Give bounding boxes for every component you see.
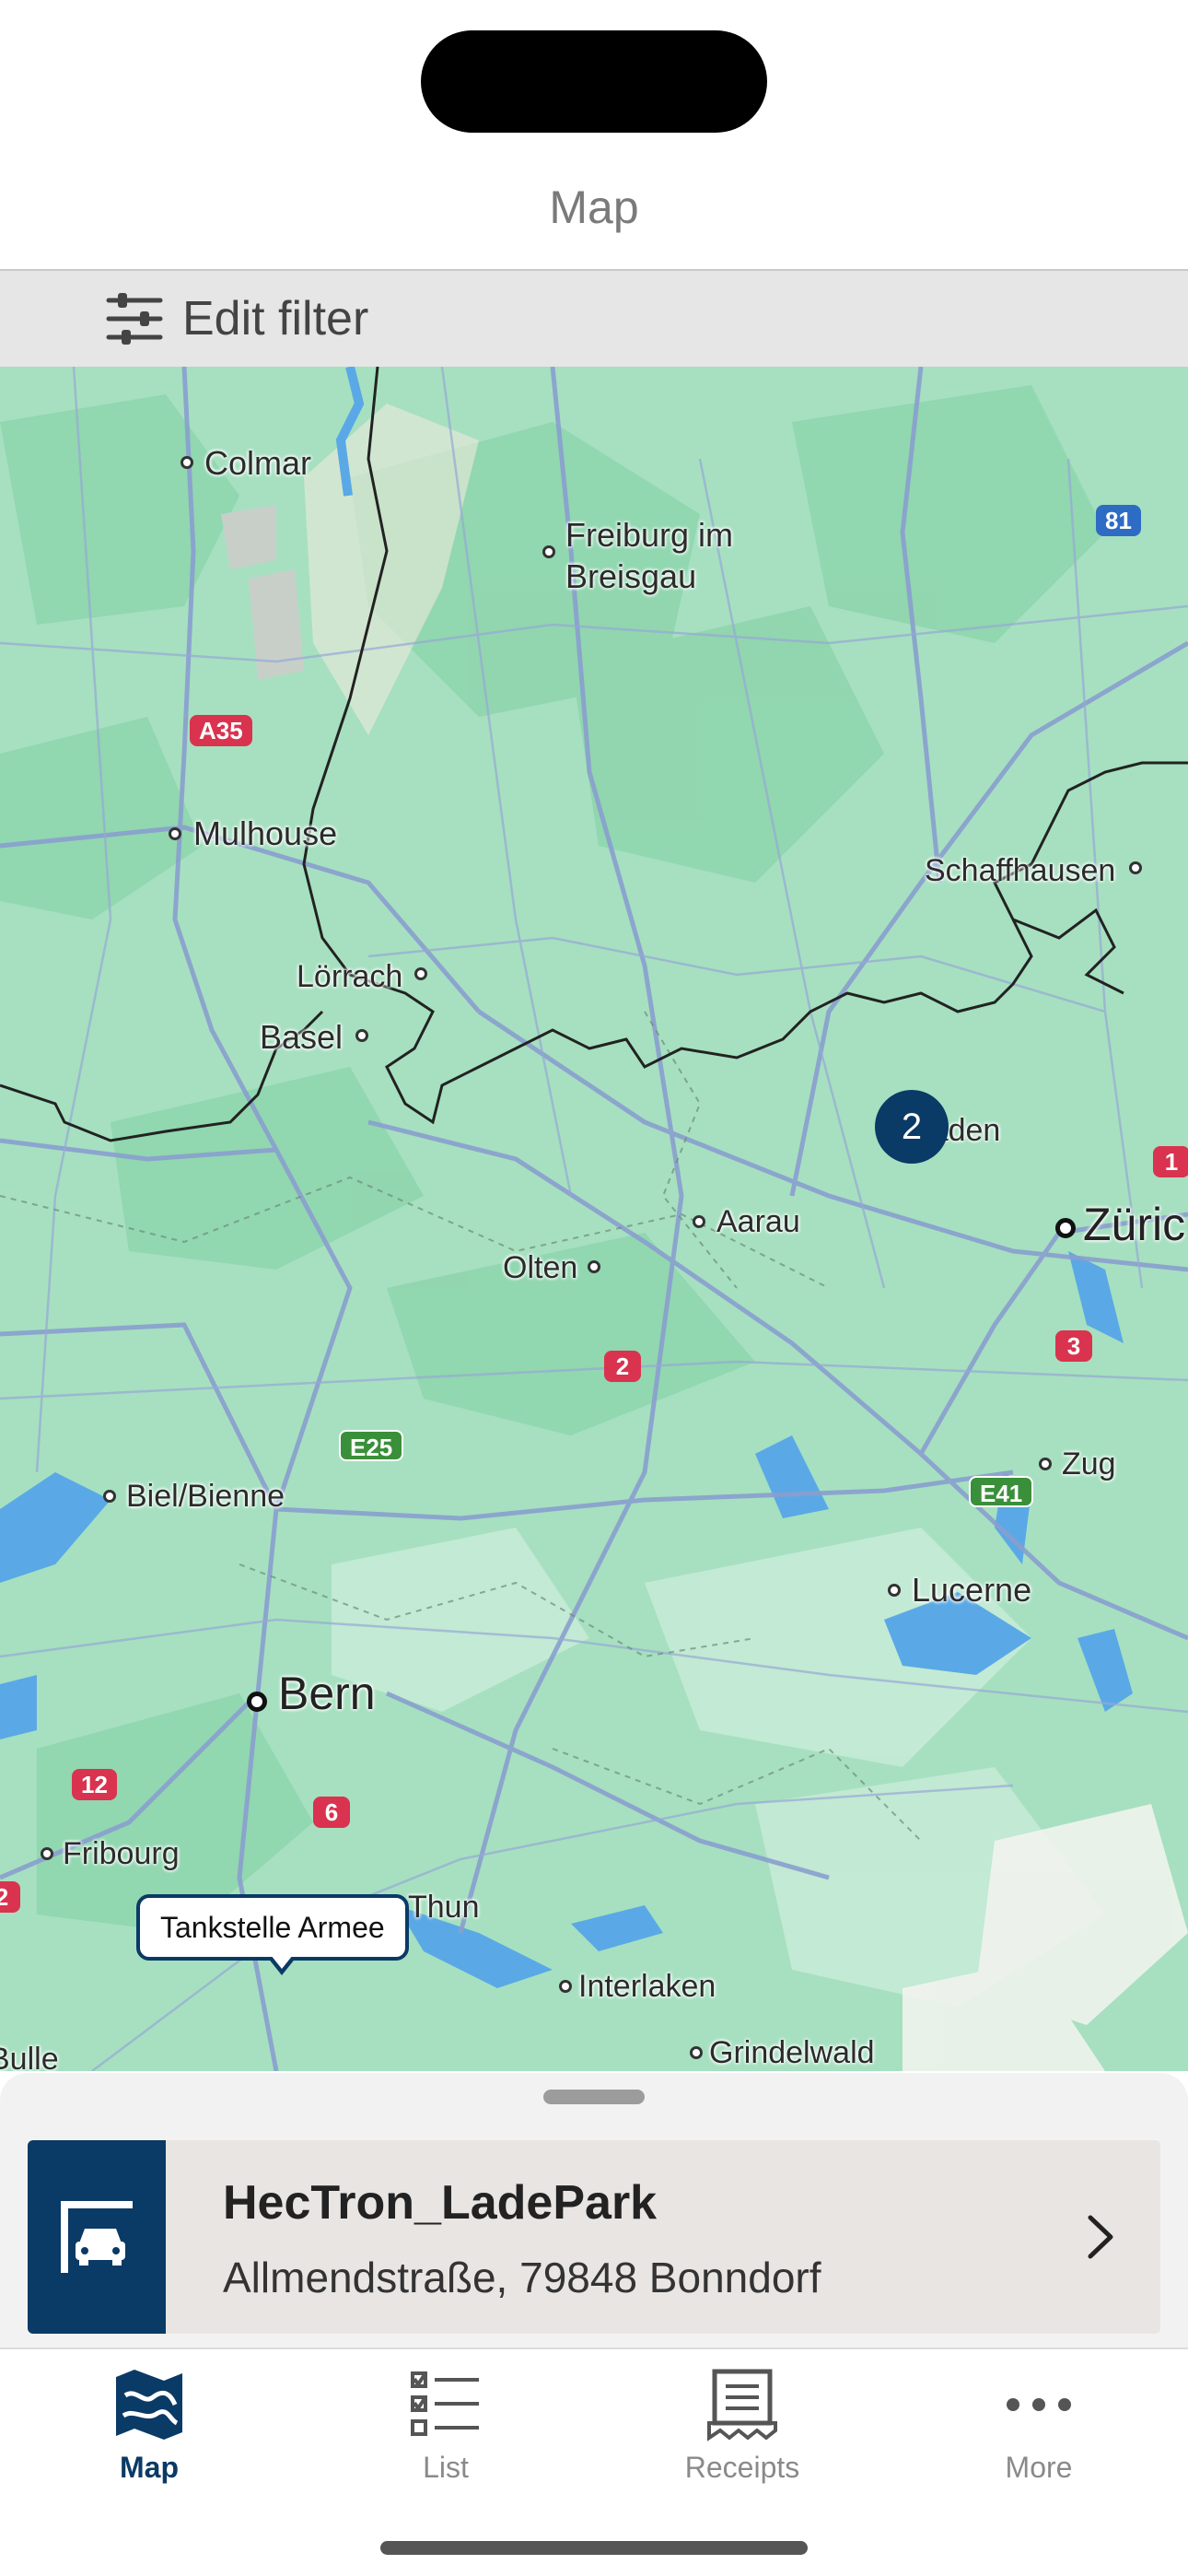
map-icon: [116, 2370, 182, 2440]
checklist-icon: [411, 2371, 479, 2436]
road-shield-e25: E25: [339, 1430, 404, 1461]
tab-more[interactable]: More: [947, 2368, 1131, 2497]
lucerne-marker: [888, 1584, 901, 1597]
schaffhausen-marker: [1129, 861, 1142, 874]
edit-filter-button[interactable]: Edit filter: [0, 271, 1188, 367]
road-shield-a35: A35: [190, 715, 252, 746]
tab-map-label: Map: [120, 2451, 179, 2484]
basel-marker: [355, 1029, 368, 1042]
home-indicator: [380, 2541, 808, 2555]
page-title: Map: [549, 181, 639, 233]
station-name: HecTron_LadePark: [223, 2176, 658, 2230]
dynamic-island: [421, 30, 767, 133]
interlaken-marker: [559, 1980, 572, 1993]
grindelwald-label: Grindelwald: [709, 2035, 875, 2070]
sheet-grabber[interactable]: [543, 2090, 645, 2104]
bern-marker: [247, 1692, 267, 1712]
zug-marker: [1039, 1458, 1052, 1470]
fribourg-label: Fribourg: [63, 1836, 180, 1871]
interlaken-label: Interlaken: [578, 1969, 716, 2004]
biel-marker: [103, 1490, 116, 1503]
colmar-marker: [181, 456, 193, 469]
map-view[interactable]: Colmar Freiburg im Breisgau Mulhouse Sch…: [0, 367, 1188, 2071]
road-shield-edge-2: 2: [0, 1881, 20, 1913]
more-dots-icon: [1007, 2398, 1071, 2411]
mulhouse-marker: [169, 827, 181, 840]
road-shield-1: 1: [1153, 1146, 1188, 1177]
basel-label: Basel: [260, 1018, 344, 1056]
tab-receipts-label: Receipts: [684, 2451, 800, 2484]
road-shield-81: 81: [1096, 505, 1141, 536]
station-cluster-marker[interactable]: 2: [875, 1090, 949, 1164]
grindelwald-marker: [690, 2046, 703, 2059]
road-shield-3: 3: [1055, 1330, 1092, 1362]
map-terrain: [0, 367, 1188, 2071]
freiburg-label-line2: Breisgau: [565, 557, 697, 595]
fribourg-marker: [41, 1847, 53, 1860]
charging-station-icon: [28, 2140, 166, 2334]
biel-label: Biel/Bienne: [126, 1479, 285, 1514]
loerrach-marker: [414, 967, 427, 980]
station-callout[interactable]: Tankstelle Armee: [136, 1894, 409, 1961]
loerrach-label: Lörrach: [297, 959, 403, 994]
tab-receipts[interactable]: Receipts: [650, 2368, 834, 2497]
screen: Map Edit filter Colmar Freiburg im Breis…: [0, 0, 1188, 2576]
road-shield-6: 6: [313, 1797, 350, 1828]
thun-label: Thun: [408, 1890, 480, 1925]
mulhouse-label: Mulhouse: [193, 814, 338, 852]
road-shield-e41: E41: [969, 1476, 1034, 1507]
station-bottom-sheet[interactable]: HecTron_LadePark Allmendstraße, 79848 Bo…: [0, 2073, 1188, 2349]
zurich-label: Züric: [1083, 1199, 1186, 1250]
olten-marker: [588, 1260, 600, 1273]
edit-filter-label: Edit filter: [182, 292, 369, 345]
receipt-icon: [707, 2369, 777, 2441]
station-address: Allmendstraße, 79848 Bonndorf: [223, 2254, 821, 2301]
road-shield-12: 12: [72, 1769, 117, 1800]
bulle-label: Bulle: [0, 2042, 59, 2071]
freiburg-marker: [542, 545, 555, 558]
sliders-icon: [106, 293, 163, 345]
tab-more-label: More: [1005, 2451, 1073, 2484]
tab-list[interactable]: List: [354, 2368, 538, 2497]
bern-label: Bern: [278, 1668, 376, 1719]
station-card[interactable]: HecTron_LadePark Allmendstraße, 79848 Bo…: [28, 2140, 1160, 2334]
callout-tail-inner: [271, 1955, 293, 1969]
colmar-label: Colmar: [204, 444, 312, 482]
freiburg-label-line1: Freiburg im: [565, 516, 734, 554]
chevron-right-icon: [1088, 2215, 1113, 2259]
zurich-marker: [1055, 1218, 1076, 1238]
tab-list-label: List: [423, 2451, 469, 2484]
olten-label: Olten: [503, 1250, 578, 1285]
aarau-label: Aarau: [716, 1204, 800, 1239]
schaffhausen-label: Schaffhausen: [925, 853, 1116, 888]
road-shield-2: 2: [604, 1351, 641, 1382]
tab-map[interactable]: Map: [57, 2368, 241, 2497]
zug-label: Zug: [1062, 1446, 1116, 1481]
aarau-marker: [693, 1215, 705, 1228]
lucerne-label: Lucerne: [912, 1571, 1032, 1609]
